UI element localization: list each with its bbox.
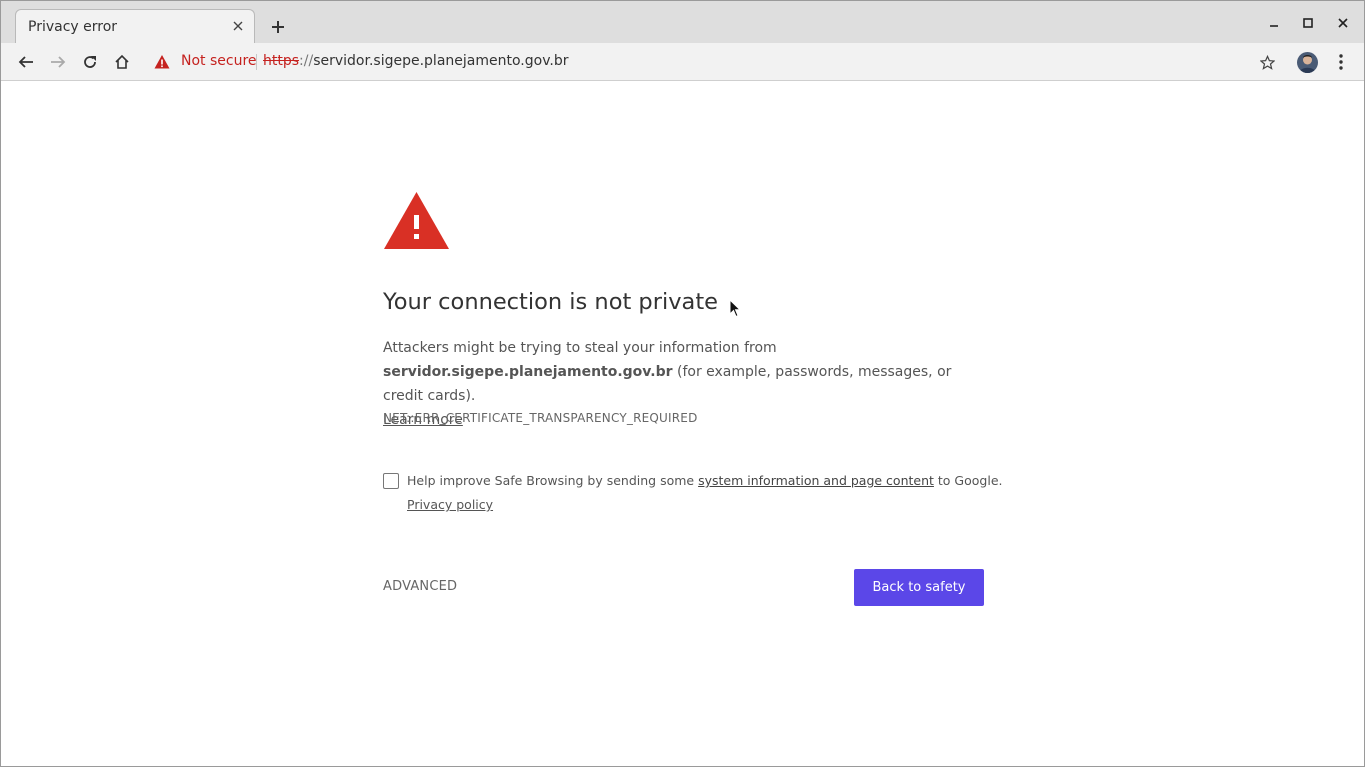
privacy-policy-link[interactable]: Privacy policy: [407, 497, 493, 512]
url-separator: ://: [299, 53, 314, 69]
site-host: servidor.sigepe.planejamento.gov.br: [383, 364, 673, 380]
back-to-safety-button[interactable]: Back to safety: [854, 569, 984, 606]
not-secure-label[interactable]: Not secure: [181, 53, 257, 69]
back-arrow-icon[interactable]: [15, 51, 37, 73]
close-window-icon[interactable]: [1333, 13, 1353, 33]
omnibox-divider: [256, 54, 257, 70]
reload-icon[interactable]: [79, 51, 101, 73]
profile-avatar[interactable]: [1297, 52, 1318, 73]
tab-title: Privacy error: [28, 19, 118, 35]
safe-browsing-suffix: to Google.: [937, 473, 1003, 488]
safe-browsing-text: Help improve Safe Browsing by sending so…: [407, 473, 1002, 489]
browser-window: Privacy error Not secure https://servido…: [0, 0, 1365, 767]
omnibox[interactable]: Not secure https://servidor.sigepe.plane…: [145, 48, 1285, 76]
new-tab-icon[interactable]: [267, 16, 289, 38]
url-scheme: https: [263, 53, 300, 69]
warning-icon: [383, 191, 450, 250]
minimize-icon[interactable]: [1264, 13, 1284, 33]
url-text[interactable]: https://servidor.sigepe.planejamento.gov…: [263, 53, 568, 69]
mouse-cursor-icon: [729, 298, 742, 318]
url-host: servidor.sigepe.planejamento.gov.br: [313, 53, 569, 69]
forward-arrow-icon[interactable]: [47, 51, 69, 73]
close-tab-icon[interactable]: [228, 16, 248, 36]
home-icon[interactable]: [111, 51, 133, 73]
safe-browsing-checkbox[interactable]: [383, 473, 399, 489]
tab-strip: Privacy error: [1, 1, 1364, 44]
safe-browsing-prefix: Help improve Safe Browsing by sending so…: [407, 473, 695, 488]
bookmark-star-icon[interactable]: [1257, 52, 1277, 72]
warning-triangle-icon[interactable]: [154, 54, 170, 70]
advanced-button[interactable]: ADVANCED: [383, 579, 457, 594]
explanation-prefix: Attackers might be trying to steal your …: [383, 340, 777, 356]
page-title: Your connection is not private: [383, 289, 718, 315]
error-code: NET::ERR_CERTIFICATE_TRANSPARENCY_REQUIR…: [383, 411, 698, 425]
menu-kebab-icon[interactable]: [1331, 51, 1351, 73]
system-info-link[interactable]: system information and page content: [698, 473, 934, 488]
maximize-icon[interactable]: [1298, 13, 1318, 33]
toolbar: Not secure https://servidor.sigepe.plane…: [1, 43, 1364, 81]
tab-privacy-error[interactable]: Privacy error: [15, 9, 255, 44]
